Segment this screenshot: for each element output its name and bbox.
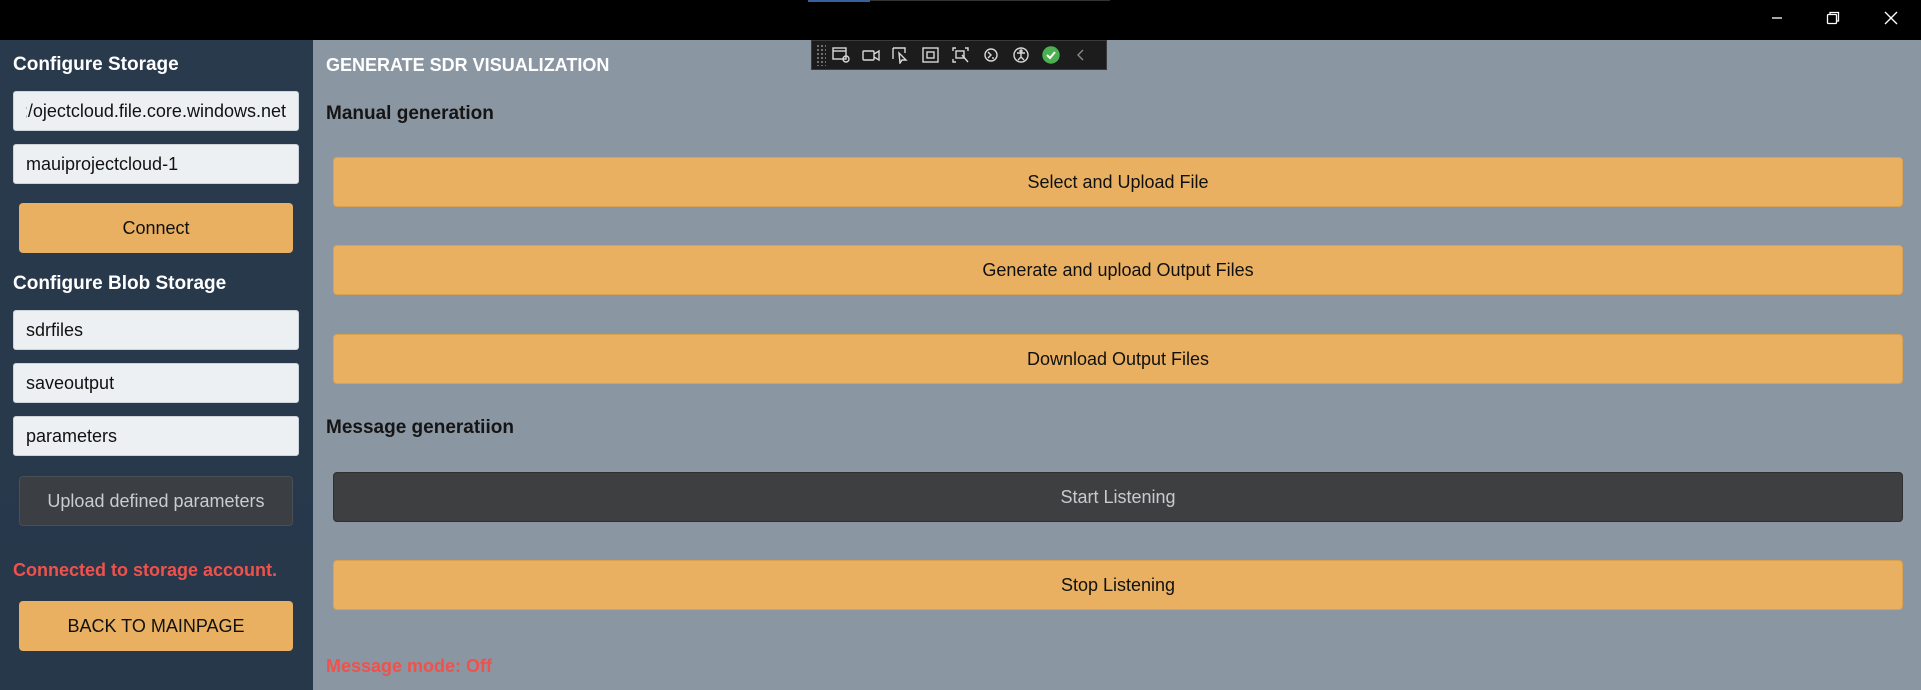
page-title: GENERATE SDR VISUALIZATION <box>326 55 610 75</box>
toolbar-grip[interactable] <box>816 44 826 66</box>
configure-storage-title: Configure Storage <box>13 54 179 75</box>
select-element-icon[interactable] <box>886 41 916 69</box>
blob-container-input-1[interactable] <box>13 310 299 350</box>
start-listening-button[interactable]: Start Listening <box>333 472 1903 522</box>
message-generation-heading: Message generatiion <box>326 417 514 438</box>
upload-parameters-button[interactable]: Upload defined parameters <box>19 476 293 526</box>
minimize-button[interactable] <box>1749 0 1805 40</box>
message-mode-status: Message mode: Off <box>326 656 493 676</box>
close-button[interactable] <box>1863 0 1919 40</box>
share-name-input[interactable] <box>13 144 299 184</box>
live-visual-tree-icon[interactable] <box>826 41 856 69</box>
track-focus-icon[interactable] <box>946 41 976 69</box>
connection-status-text: Connected to storage account. <box>13 560 278 580</box>
close-icon <box>1884 11 1898 30</box>
record-icon[interactable] <box>856 41 886 69</box>
window-title-bar <box>0 0 1921 40</box>
restore-icon <box>1826 11 1840 30</box>
back-to-mainpage-button[interactable]: BACK TO MAINPAGE <box>19 601 293 651</box>
hot-reload-icon[interactable] <box>976 41 1006 69</box>
accessibility-icon[interactable] <box>1006 41 1036 69</box>
display-layout-adorners-icon[interactable] <box>916 41 946 69</box>
select-upload-file-button[interactable]: Select and Upload File <box>333 157 1903 207</box>
connection-string-input[interactable] <box>13 91 299 131</box>
title-bar-divider <box>870 0 1110 1</box>
generate-upload-output-button[interactable]: Generate and upload Output Files <box>333 245 1903 295</box>
restore-button[interactable] <box>1805 0 1861 40</box>
download-output-button[interactable]: Download Output Files <box>333 334 1903 384</box>
manual-generation-heading: Manual generation <box>326 103 494 124</box>
check-icon[interactable] <box>1036 41 1066 69</box>
sidebar: Configure Storage Connect Configure Blob… <box>0 40 313 690</box>
blob-container-input-2[interactable] <box>13 363 299 403</box>
minimize-icon <box>1771 11 1783 29</box>
collapse-chevron-icon[interactable] <box>1066 41 1096 69</box>
connect-button[interactable]: Connect <box>19 203 293 253</box>
stop-listening-button[interactable]: Stop Listening <box>333 560 1903 610</box>
title-bar-accent <box>808 0 870 2</box>
debug-toolbar <box>811 40 1107 70</box>
configure-blob-storage-title: Configure Blob Storage <box>13 273 227 294</box>
main-content: GENERATE SDR VISUALIZATION Manual genera… <box>313 40 1921 690</box>
blob-container-input-3[interactable] <box>13 416 299 456</box>
